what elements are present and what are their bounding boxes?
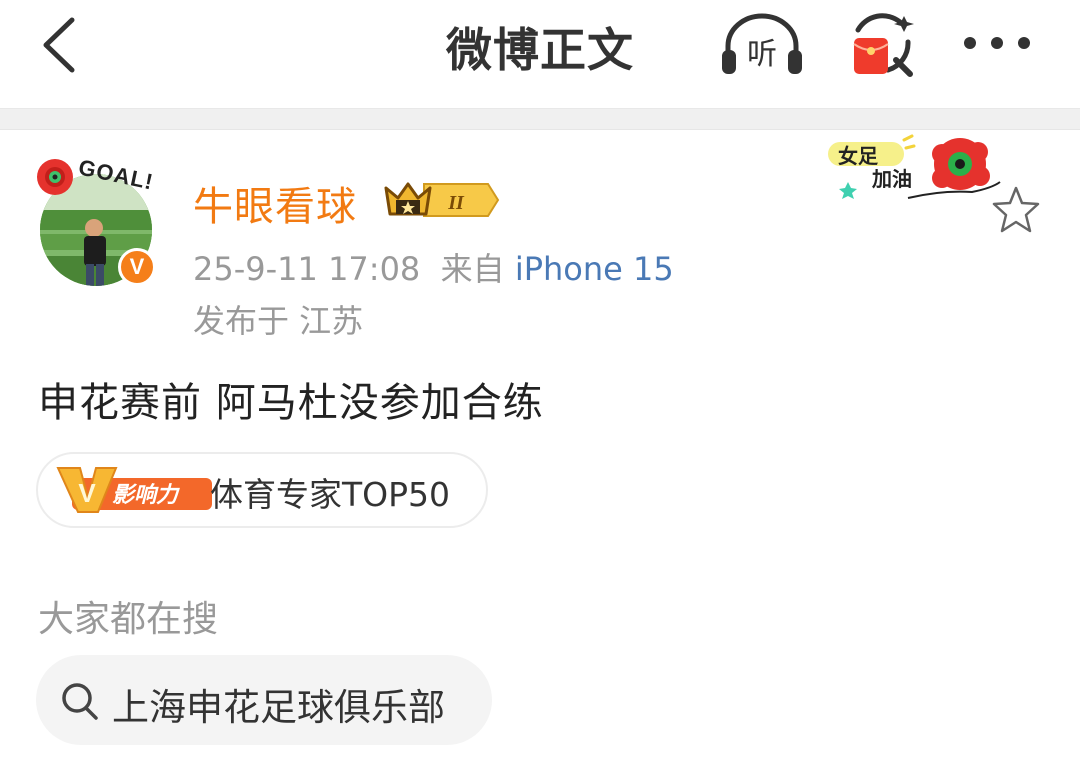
author-name[interactable]: 牛眼看球 — [193, 174, 357, 232]
post-content: 申花赛前 阿马杜没参加合练 — [38, 380, 544, 426]
influence-badge-icon: V 影响力 — [56, 467, 212, 513]
author-avatar[interactable]: GOAL! V — [34, 152, 164, 292]
post-meta: 25-9-11 17:08 来自 iPhone 15 — [193, 244, 674, 290]
more-icon[interactable] — [960, 26, 1034, 60]
influence-badge-letter: V — [78, 478, 96, 508]
search-query-text: 上海申花足球俱乐部 — [112, 686, 445, 729]
sticker-text-1: 女足 — [838, 144, 879, 168]
influence-tag[interactable]: V 影响力 体育专家TOP50 — [36, 452, 488, 528]
trending-search-title: 大家都在搜 — [38, 599, 219, 640]
sticker-text-2: 加油 — [871, 167, 912, 191]
verified-badge: V — [118, 248, 156, 286]
search-icon — [62, 683, 98, 720]
top-bar: 微博正文 听 — [0, 0, 1080, 108]
listen-button[interactable]: 听 — [720, 12, 804, 76]
favorite-star-icon[interactable] — [990, 184, 1042, 236]
level-number: II — [447, 192, 465, 214]
level-crown-badge[interactable]: II — [384, 178, 500, 222]
source-prefix: 来自 — [440, 250, 505, 288]
listen-label: 听 — [747, 37, 777, 72]
headphone-icon: 听 — [722, 13, 802, 74]
trending-search-item[interactable]: 上海申花足球俱乐部 — [36, 655, 492, 745]
flower-sticker-icon — [37, 159, 73, 195]
influence-badge-text: 影响力 — [112, 483, 180, 508]
womens-football-sticker: 女足 加油 — [828, 134, 1001, 199]
post-time: 25-9-11 17:08 — [193, 250, 421, 288]
device-name[interactable]: iPhone 15 — [515, 250, 674, 288]
post-location: 发布于 江苏 — [193, 302, 364, 340]
red-packet-search-icon[interactable] — [848, 10, 920, 80]
section-divider — [0, 108, 1080, 130]
influence-label: 体育专家TOP50 — [210, 475, 451, 514]
